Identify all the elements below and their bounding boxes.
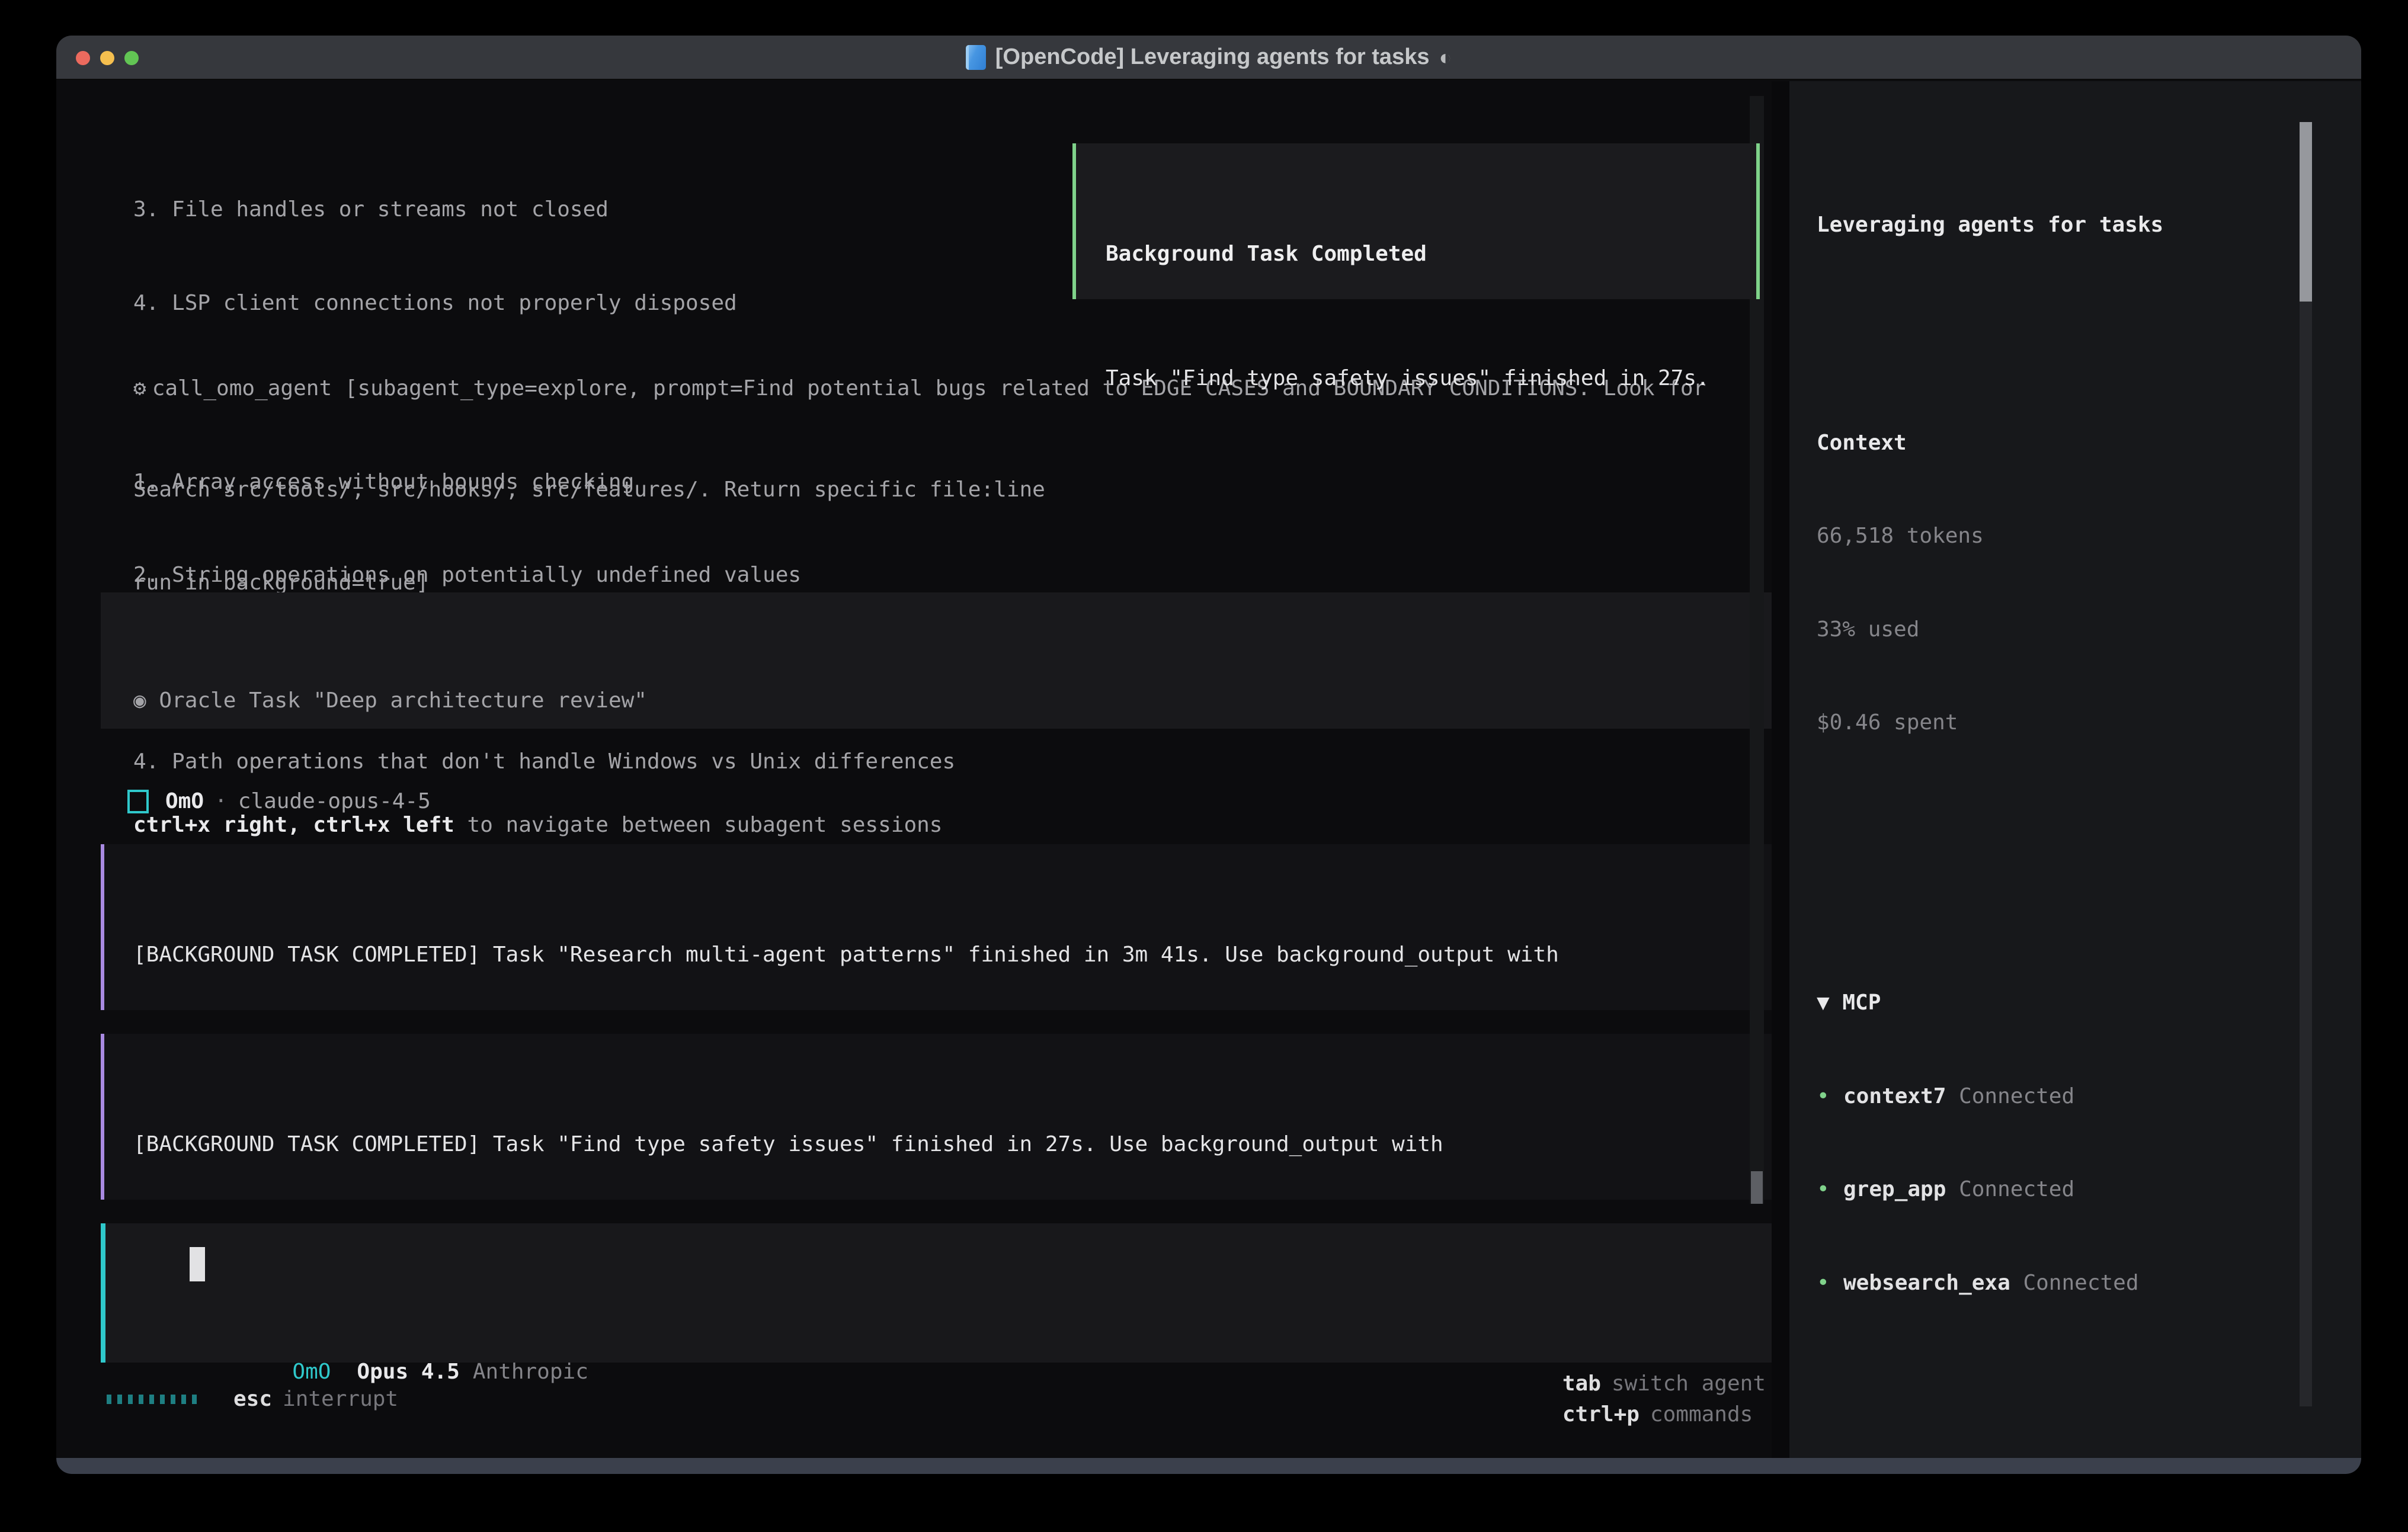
terminal-main: 3. File handles or streams not closed 4.… xyxy=(56,81,1772,1458)
document-icon xyxy=(966,45,986,70)
message-line: [BACKGROUND TASK COMPLETED] Task "Resear… xyxy=(133,940,1772,971)
separator-dot: · xyxy=(214,786,228,818)
mcp-item: •context7 Connected xyxy=(1817,1081,2361,1113)
hint-text: to navigate between subagent sessions xyxy=(454,813,943,837)
notification-title: Background Task Completed xyxy=(1106,239,1756,270)
session-title: Leveraging agents for tasks xyxy=(1817,210,2361,241)
close-button[interactable] xyxy=(76,51,90,65)
record-icon: ◉ xyxy=(133,688,146,713)
agent-session-header: OmO · claude-opus-4-5 xyxy=(127,786,431,818)
main-sidebar-divider xyxy=(1772,81,1789,1458)
oracle-task-title: ◉ Oracle Task "Deep architecture review" xyxy=(133,685,1772,717)
notification-toast[interactable]: Background Task Completed Task "Find typ… xyxy=(1072,143,1760,299)
titlebar[interactable]: [OpenCode] Leveraging agents for tasks ◐ xyxy=(56,36,2361,80)
window-title: [OpenCode] Leveraging agents for tasks xyxy=(995,44,1430,70)
tool-call-line: 1. Array access without bounds checking xyxy=(133,467,1706,498)
zoom-button[interactable] xyxy=(124,51,139,65)
status-bar: esc interrupt tabswitch agent ctrl+pcomm… xyxy=(56,1382,1772,1417)
activity-dots xyxy=(107,1395,197,1404)
context-section: Context 66,518 tokens 33% used $0.46 spe… xyxy=(1817,366,2361,801)
context-used: 33% used xyxy=(1817,614,2361,646)
text-cursor xyxy=(190,1247,205,1281)
current-agent: OmO xyxy=(292,1360,331,1384)
agent-name: OmO xyxy=(165,786,204,818)
tab-key-hint: tab xyxy=(1562,1371,1601,1396)
current-model: Opus 4.5 xyxy=(357,1360,459,1384)
window-bottom-edge xyxy=(56,1458,2361,1474)
mcp-section: ▼ MCP •context7 Connected •grep_app Conn… xyxy=(1817,925,2361,1361)
traffic-lights xyxy=(76,36,139,80)
tab-key-label: switch agent xyxy=(1612,1371,1766,1396)
opencode-window: [OpenCode] Leveraging agents for tasks ◐… xyxy=(56,36,2361,1474)
context-heading: Context xyxy=(1817,428,2361,459)
agent-square-icon xyxy=(127,790,149,813)
mcp-item: •grep_app Connected xyxy=(1817,1174,2361,1206)
current-provider: Anthropic xyxy=(473,1360,588,1384)
moon-status-icon: ◐ xyxy=(1439,45,1452,70)
mcp-item: •websearch_exa Connected xyxy=(1817,1268,2361,1299)
agent-model: claude-opus-4-5 xyxy=(238,786,431,818)
message-line: [BACKGROUND TASK COMPLETED] Task "Find t… xyxy=(133,1129,1772,1161)
notification-body: Task "Find type safety issues" finished … xyxy=(1106,363,1756,395)
mcp-section-header[interactable]: ▼ MCP xyxy=(1817,988,2361,1019)
sidebar: Leveraging agents for tasks Context 66,5… xyxy=(1789,81,2361,1458)
minimize-button[interactable] xyxy=(100,51,114,65)
output-line: 3. File handles or streams not closed xyxy=(133,194,1045,226)
background-task-message: [BACKGROUND TASK COMPLETED] Task "Resear… xyxy=(101,844,1772,1010)
oracle-task-panel[interactable]: ◉ Oracle Task "Deep architecture review"… xyxy=(101,592,1772,729)
esc-key-label: interrupt xyxy=(283,1384,398,1415)
context-tokens: 66,518 tokens xyxy=(1817,521,2361,552)
sidebar-scrollbar-thumb[interactable] xyxy=(2300,122,2312,302)
window-title-wrap: [OpenCode] Leveraging agents for tasks ◐ xyxy=(56,44,2361,70)
main-scrollbar-thumb[interactable] xyxy=(1751,1171,1763,1204)
ctrlp-key-label: commands xyxy=(1650,1402,1753,1427)
status-dot-icon: • xyxy=(1817,1174,1843,1206)
status-dot-icon: • xyxy=(1817,1081,1843,1113)
chevron-down-icon: ▼ xyxy=(1817,991,1830,1015)
ctrlp-key-hint: ctrl+p xyxy=(1562,1402,1640,1427)
statusbar-right: tab switch agent ctrl+p commands xyxy=(1433,1337,1766,1462)
status-dot-icon: • xyxy=(1817,1268,1843,1299)
background-task-message: [BACKGROUND TASK COMPLETED] Task "Find t… xyxy=(101,1034,1772,1200)
statusbar-left: esc interrupt xyxy=(107,1384,398,1415)
sidebar-scrollbar[interactable] xyxy=(2300,122,2312,1406)
gear-icon: ⚙ xyxy=(133,376,146,400)
esc-key-hint: esc xyxy=(233,1384,272,1415)
context-spent: $0.46 spent xyxy=(1817,707,2361,739)
tool-call-line: 2. String operations on potentially unde… xyxy=(133,560,1706,591)
